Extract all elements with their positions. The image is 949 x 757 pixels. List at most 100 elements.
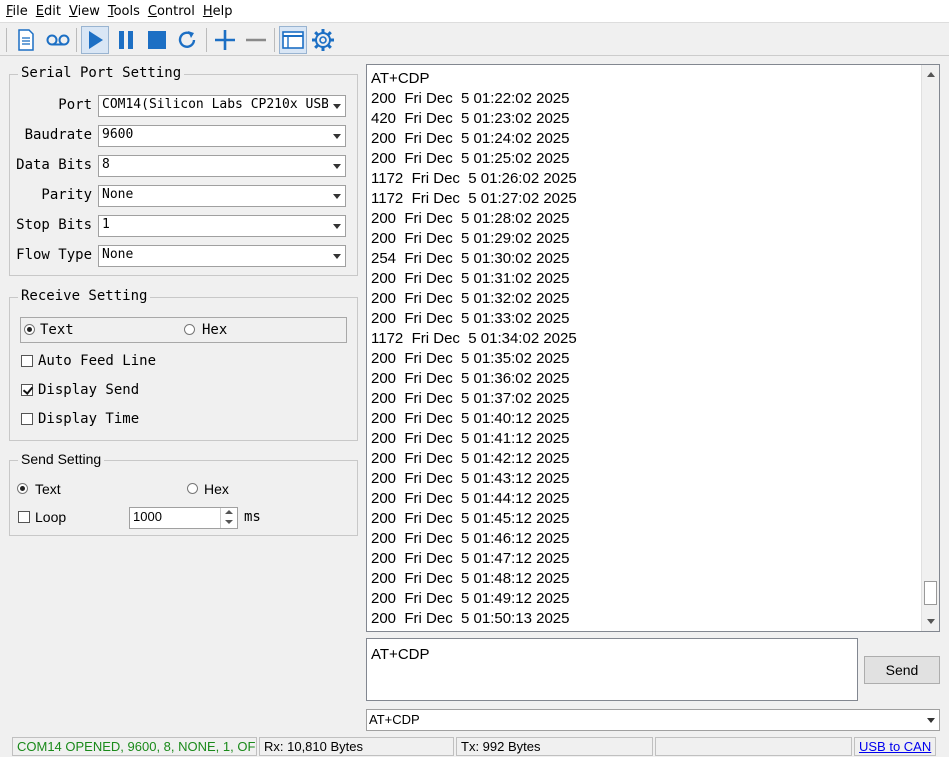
stopbits-select[interactable]: 1 bbox=[98, 215, 346, 237]
receive-setting-title: Receive Setting bbox=[18, 288, 151, 304]
loop-checkbox[interactable] bbox=[18, 511, 30, 523]
log-line: 200 Fri Dec 5 01:47:12 2025 bbox=[371, 550, 570, 567]
spin-up-icon bbox=[225, 510, 233, 514]
usb-to-can-link[interactable]: USB to CAN bbox=[854, 737, 936, 756]
connection-status: COM14 OPENED, 9600, 8, NONE, 1, OFF bbox=[12, 737, 257, 756]
receive-text-radio[interactable] bbox=[24, 324, 35, 335]
log-line: 200 Fri Dec 5 01:40:12 2025 bbox=[371, 410, 570, 427]
toolbar-separator bbox=[6, 28, 7, 52]
interval-spinbox[interactable]: 1000 bbox=[129, 507, 238, 529]
menu-hotkey: V bbox=[68, 3, 78, 19]
send-text-label: Text bbox=[35, 481, 61, 497]
menu-file[interactable]: File bbox=[2, 4, 32, 19]
parity-value: None bbox=[102, 187, 134, 202]
menu-label: iew bbox=[77, 3, 100, 19]
log-scrollbar[interactable] bbox=[921, 65, 939, 631]
log-line: 200 Fri Dec 5 01:48:12 2025 bbox=[371, 570, 570, 587]
menu-view[interactable]: View bbox=[65, 4, 104, 19]
display-time-checkbox[interactable] bbox=[21, 413, 33, 425]
log-line: 200 Fri Dec 5 01:50:13 2025 bbox=[371, 610, 570, 627]
remove-button[interactable] bbox=[242, 26, 270, 54]
send-button[interactable]: Send bbox=[864, 656, 940, 684]
scroll-thumb[interactable] bbox=[924, 581, 937, 605]
log-line: 200 Fri Dec 5 01:35:02 2025 bbox=[371, 350, 570, 367]
new-file-icon bbox=[18, 29, 34, 51]
auto-feed-line-checkbox[interactable] bbox=[21, 355, 33, 367]
databits-label: Data Bits bbox=[16, 157, 92, 173]
scroll-down-icon[interactable] bbox=[922, 613, 939, 630]
menu-help[interactable]: Help bbox=[199, 4, 237, 19]
flow-type-label: Flow Type bbox=[16, 247, 92, 263]
log-lines: AT+CDP 200 Fri Dec 5 01:22:02 2025 420 Fri… bbox=[371, 69, 577, 629]
log-line: 200 Fri Dec 5 01:29:02 2025 bbox=[371, 230, 570, 247]
menu-control[interactable]: Control bbox=[144, 4, 199, 19]
send-hex-radio[interactable] bbox=[187, 483, 198, 494]
toolbar-separator bbox=[206, 28, 207, 52]
send-text-radio[interactable] bbox=[17, 483, 28, 494]
log-line: 200 Fri Dec 5 01:33:02 2025 bbox=[371, 310, 570, 327]
port-label: Port bbox=[58, 97, 92, 113]
log-line: 200 Fri Dec 5 01:49:12 2025 bbox=[371, 590, 570, 607]
toolbar bbox=[0, 22, 949, 56]
new-file-button[interactable] bbox=[12, 26, 40, 54]
add-icon bbox=[215, 30, 235, 50]
parity-select[interactable]: None bbox=[98, 185, 346, 207]
chevron-down-icon bbox=[328, 96, 345, 116]
send-history-select[interactable]: AT+CDP bbox=[366, 709, 940, 731]
chevron-down-icon bbox=[328, 216, 345, 236]
loop-label: Loop bbox=[35, 509, 67, 525]
baudrate-select[interactable]: 9600 bbox=[98, 125, 346, 147]
log-line: 1172 Fri Dec 5 01:34:02 2025 bbox=[371, 330, 577, 347]
refresh-button[interactable] bbox=[173, 26, 201, 54]
log-line: AT+CDP bbox=[371, 70, 430, 87]
play-icon bbox=[89, 31, 103, 49]
log-line: 200 Fri Dec 5 01:36:02 2025 bbox=[371, 370, 570, 387]
record-button[interactable] bbox=[44, 26, 72, 54]
flow-type-select[interactable]: None bbox=[98, 245, 346, 267]
menu-bar: File Edit View Tools Control Help bbox=[0, 0, 949, 22]
display-send-label: Display Send bbox=[38, 382, 140, 398]
stop-button[interactable] bbox=[143, 26, 171, 54]
menu-label: ools bbox=[113, 3, 140, 19]
log-line: 200 Fri Dec 5 01:42:12 2025 bbox=[371, 450, 570, 467]
baudrate-value: 9600 bbox=[102, 127, 134, 142]
log-line: 200 Fri Dec 5 01:32:02 2025 bbox=[371, 290, 570, 307]
remove-icon bbox=[246, 38, 266, 42]
tx-count: Tx: 992 Bytes bbox=[456, 737, 653, 756]
flow-type-value: None bbox=[102, 247, 134, 262]
receive-log[interactable]: AT+CDP 200 Fri Dec 5 01:22:02 2025 420 Fri… bbox=[366, 64, 940, 632]
databits-select[interactable]: 8 bbox=[98, 155, 346, 177]
settings-button[interactable] bbox=[309, 26, 337, 54]
receive-hex-radio[interactable] bbox=[184, 324, 195, 335]
scroll-up-icon[interactable] bbox=[922, 66, 939, 83]
display-time-label: Display Time bbox=[38, 411, 140, 427]
send-input[interactable]: AT+CDP bbox=[366, 638, 858, 701]
chevron-down-icon bbox=[328, 246, 345, 266]
receive-hex-label: Hex bbox=[202, 322, 228, 338]
interval-unit: ms bbox=[244, 509, 261, 525]
log-line: 200 Fri Dec 5 01:28:02 2025 bbox=[371, 210, 570, 227]
log-line: 200 Fri Dec 5 01:41:12 2025 bbox=[371, 430, 570, 447]
pause-button[interactable] bbox=[112, 26, 140, 54]
log-line: 200 Fri Dec 5 01:31:02 2025 bbox=[371, 270, 570, 287]
status-bar: COM14 OPENED, 9600, 8, NONE, 1, OFF Rx: … bbox=[0, 735, 949, 757]
window-icon bbox=[282, 31, 304, 49]
window-button[interactable] bbox=[279, 26, 307, 54]
menu-edit[interactable]: Edit bbox=[32, 4, 65, 19]
menu-label: elp bbox=[212, 3, 233, 19]
send-setting-title: Send Setting bbox=[18, 451, 105, 467]
log-line: 1172 Fri Dec 5 01:27:02 2025 bbox=[371, 190, 577, 207]
spin-buttons[interactable] bbox=[220, 508, 237, 528]
add-button[interactable] bbox=[211, 26, 239, 54]
display-send-checkbox[interactable] bbox=[21, 384, 33, 396]
menu-hotkey: C bbox=[147, 3, 157, 19]
port-value: COM14(Silicon Labs CP210x USB bbox=[102, 97, 329, 112]
log-line: 1172 Fri Dec 5 01:26:02 2025 bbox=[371, 170, 577, 187]
play-button[interactable] bbox=[81, 26, 109, 54]
menu-tools[interactable]: Tools bbox=[104, 4, 144, 19]
send-hex-label: Hex bbox=[204, 481, 229, 497]
port-select[interactable]: COM14(Silicon Labs CP210x USB bbox=[98, 95, 346, 117]
menu-label: dit bbox=[44, 3, 61, 19]
menu-label: ile bbox=[12, 3, 28, 19]
pause-icon bbox=[119, 31, 133, 49]
